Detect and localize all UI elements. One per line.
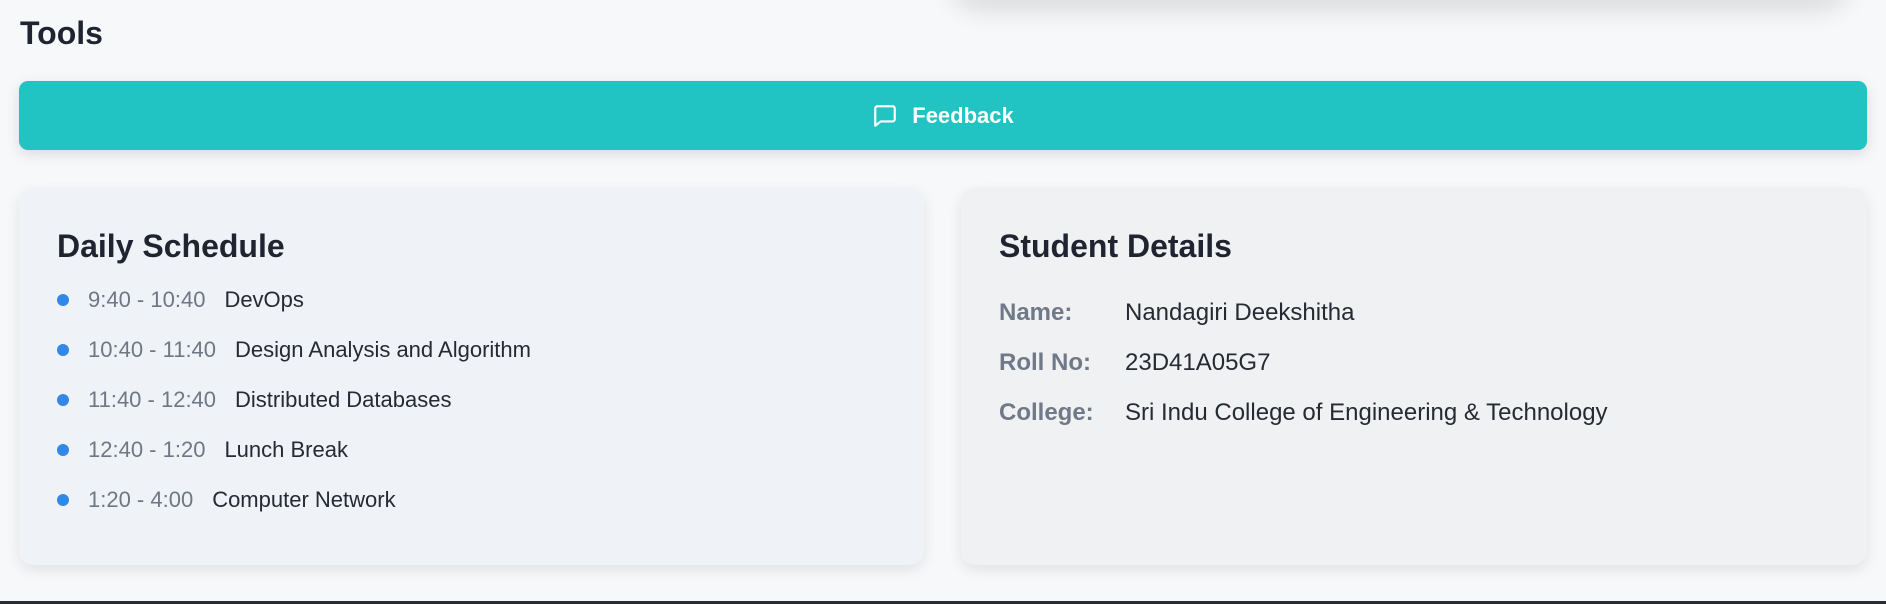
schedule-list: 9:40 - 10:40 DevOps 10:40 - 11:40 Design… — [57, 289, 531, 539]
college-label: College: — [999, 399, 1094, 426]
schedule-item: 11:40 - 12:40 Distributed Databases — [57, 389, 531, 439]
tools-title: Tools — [20, 15, 103, 51]
message-square-icon — [872, 103, 898, 129]
schedule-subject: DevOps — [224, 287, 304, 312]
bullet-dot — [57, 444, 69, 456]
schedule-time: 10:40 - 11:40 — [88, 337, 217, 362]
roll-number-label: Roll No: — [999, 349, 1091, 376]
feedback-button-label: Feedback — [912, 102, 1014, 128]
student-details-card: Student Details Name: Nandagiri Deekshit… — [961, 188, 1867, 565]
college-value: Sri Indu College of Engineering & Techno… — [1125, 399, 1608, 426]
schedule-item: 9:40 - 10:40 DevOps — [57, 289, 531, 339]
bullet-dot — [57, 494, 69, 506]
roll-number-row: Roll No: 23D41A05G7 — [999, 351, 1608, 401]
bullet-dot — [57, 394, 69, 406]
student-name-value: Nandagiri Deekshitha — [1125, 299, 1355, 326]
schedule-subject: Distributed Databases — [235, 387, 452, 412]
college-row: College: Sri Indu College of Engineering… — [999, 401, 1608, 451]
schedule-subject: Design Analysis and Algorithm — [235, 337, 531, 362]
student-details-title: Student Details — [999, 228, 1232, 264]
bullet-dot — [57, 294, 69, 306]
feedback-button[interactable]: Feedback — [19, 81, 1867, 150]
student-name-row: Name: Nandagiri Deekshitha — [999, 301, 1608, 351]
schedule-subject: Computer Network — [212, 487, 396, 512]
schedule-item: 10:40 - 11:40 Design Analysis and Algori… — [57, 339, 531, 389]
schedule-item: 12:40 - 1:20 Lunch Break — [57, 439, 531, 489]
daily-schedule-card: Daily Schedule 9:40 - 10:40 DevOps 10:40… — [19, 188, 924, 565]
roll-number-value: 23D41A05G7 — [1125, 349, 1271, 376]
schedule-time: 11:40 - 12:40 — [88, 387, 217, 412]
schedule-item: 1:20 - 4:00 Computer Network — [57, 489, 531, 539]
schedule-time: 12:40 - 1:20 — [88, 437, 206, 462]
schedule-time: 9:40 - 10:40 — [88, 287, 206, 312]
daily-schedule-title: Daily Schedule — [57, 228, 285, 264]
student-name-label: Name: — [999, 299, 1073, 326]
schedule-time: 1:20 - 4:00 — [88, 487, 194, 512]
schedule-subject: Lunch Break — [224, 437, 348, 462]
student-details-list: Name: Nandagiri Deekshitha Roll No: 23D4… — [999, 301, 1608, 451]
bullet-dot — [57, 344, 69, 356]
